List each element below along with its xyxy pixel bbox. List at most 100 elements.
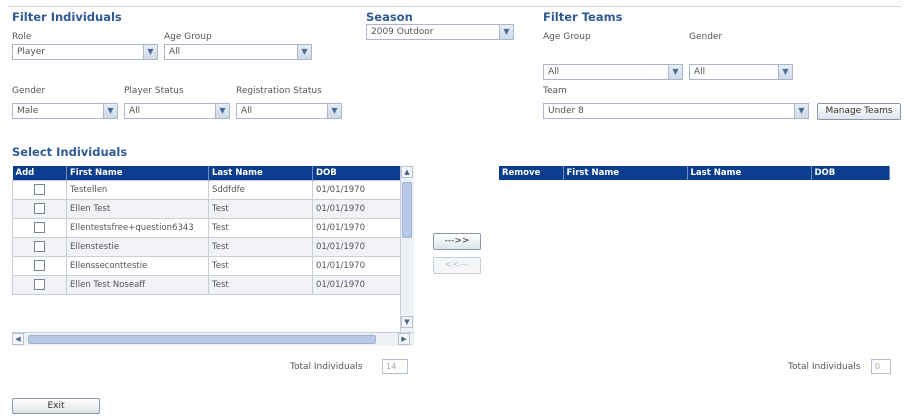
column-header-last-name[interactable]: Last Name: [687, 166, 812, 180]
first-name-cell: Testellen: [66, 179, 209, 200]
add-checkbox[interactable]: [34, 222, 45, 233]
vertical-scroll-thumb[interactable]: [402, 182, 412, 238]
add-cell: [12, 255, 67, 276]
first-name-cell: Ellenstestie: [66, 236, 209, 257]
scroll-down-icon[interactable]: ▼: [401, 316, 413, 328]
scroll-left-icon[interactable]: ◀: [12, 333, 24, 345]
team-gender-select[interactable]: All ▼: [689, 64, 793, 80]
dob-cell: 01/01/1970: [312, 255, 401, 276]
age-group-select[interactable]: All ▼: [164, 44, 312, 60]
team-total-individuals-field: 0: [871, 359, 891, 374]
add-checkbox[interactable]: [34, 241, 45, 252]
dob-cell: 01/01/1970: [312, 179, 401, 200]
column-header-add[interactable]: Add: [12, 166, 67, 180]
role-label: Role: [12, 32, 32, 42]
last-name-cell: Test: [208, 274, 313, 295]
add-cell: [12, 179, 67, 200]
first-name-cell: Ellentestsfree+question6343: [66, 217, 209, 238]
team-roster-header-row: Remove First Name Last Name DOB: [499, 166, 890, 180]
player-status-label: Player Status: [124, 86, 184, 96]
chevron-down-icon: ▼: [794, 104, 808, 118]
season-heading: Season: [366, 10, 413, 24]
add-checkbox[interactable]: [34, 260, 45, 271]
season-value: 2009 Outdoor: [371, 27, 434, 37]
individuals-vertical-scrollbar[interactable]: ▲ ▼: [400, 166, 414, 332]
chevron-down-icon: ▼: [215, 104, 229, 118]
player-status-value: All: [129, 106, 141, 116]
add-cell: [12, 217, 67, 238]
total-individuals-label: Total Individuals: [290, 362, 363, 372]
chevron-down-icon: ▼: [297, 45, 311, 59]
individuals-header-row: Add First Name Last Name DOB: [12, 166, 401, 180]
team-value: Under 8: [548, 106, 584, 116]
add-cell: [12, 236, 67, 257]
role-value: Player: [17, 47, 46, 57]
add-cell: [12, 198, 67, 219]
last-name-cell: Sddfdfe: [208, 179, 313, 200]
filter-individuals-heading: Filter Individuals: [12, 10, 122, 24]
chevron-down-icon: ▼: [327, 104, 341, 118]
chevron-down-icon: ▼: [499, 25, 513, 39]
chevron-down-icon: ▼: [143, 45, 157, 59]
first-name-cell: Ellen Test Noseaff: [66, 274, 209, 295]
gender-label: Gender: [12, 86, 46, 96]
age-group-label: Age Group: [164, 32, 212, 42]
table-row: Ellensseconttestie Test 01/01/1970: [12, 255, 401, 276]
gender-select[interactable]: Male ▼: [12, 103, 118, 119]
dob-cell: 01/01/1970: [312, 236, 401, 257]
first-name-cell: Ellen Test: [66, 198, 209, 219]
season-select[interactable]: 2009 Outdoor ▼: [366, 24, 514, 40]
last-name-cell: Test: [208, 217, 313, 238]
team-age-group-value: All: [548, 67, 560, 77]
table-row: Ellenstestie Test 01/01/1970: [12, 236, 401, 257]
role-select[interactable]: Player ▼: [12, 44, 158, 60]
horizontal-scroll-thumb[interactable]: [28, 335, 376, 344]
top-divider: [8, 6, 901, 7]
table-row: Ellentestsfree+question6343 Test 01/01/1…: [12, 217, 401, 238]
first-name-cell: Ellensseconttestie: [66, 255, 209, 276]
team-gender-value: All: [694, 67, 706, 77]
table-row: Testellen Sddfdfe 01/01/1970: [12, 179, 401, 200]
last-name-cell: Test: [208, 255, 313, 276]
exit-button[interactable]: Exit: [12, 398, 100, 414]
scroll-up-icon[interactable]: ▲: [401, 166, 413, 178]
chevron-down-icon: ▼: [668, 65, 682, 79]
team-gender-label: Gender: [689, 32, 723, 42]
registration-status-value: All: [241, 106, 253, 116]
add-cell: [12, 274, 67, 295]
column-header-first-name[interactable]: First Name: [563, 166, 688, 180]
player-status-select[interactable]: All ▼: [124, 103, 230, 119]
team-age-group-select[interactable]: All ▼: [543, 64, 683, 80]
team-select[interactable]: Under 8 ▼: [543, 103, 809, 119]
add-checkbox[interactable]: [34, 203, 45, 214]
remove-selected-button[interactable]: <<---: [433, 257, 481, 274]
total-individuals-field: 14: [382, 359, 408, 374]
column-header-first-name[interactable]: First Name: [66, 166, 209, 180]
column-header-last-name[interactable]: Last Name: [208, 166, 313, 180]
gender-value: Male: [17, 106, 39, 116]
registration-status-select[interactable]: All ▼: [236, 103, 342, 119]
column-header-dob[interactable]: DOB: [312, 166, 401, 180]
team-age-group-label: Age Group: [543, 32, 591, 42]
add-checkbox[interactable]: [34, 279, 45, 290]
dob-cell: 01/01/1970: [312, 217, 401, 238]
select-individuals-heading: Select Individuals: [12, 145, 128, 159]
add-checkbox[interactable]: [34, 184, 45, 195]
individuals-horizontal-scrollbar[interactable]: ◀ ▶: [12, 332, 414, 346]
table-row: Ellen Test Noseaff Test 01/01/1970: [12, 274, 401, 295]
last-name-cell: Test: [208, 236, 313, 257]
filter-teams-heading: Filter Teams: [543, 10, 623, 24]
dob-cell: 01/01/1970: [312, 198, 401, 219]
manage-teams-button[interactable]: Manage Teams: [817, 103, 901, 120]
chevron-down-icon: ▼: [103, 104, 117, 118]
add-selected-button[interactable]: --->>: [433, 233, 481, 250]
registration-status-label: Registration Status: [236, 86, 322, 96]
last-name-cell: Test: [208, 198, 313, 219]
dob-cell: 01/01/1970: [312, 274, 401, 295]
scroll-right-icon[interactable]: ▶: [398, 333, 410, 345]
table-row: Ellen Test Test 01/01/1970: [12, 198, 401, 219]
column-header-remove[interactable]: Remove: [499, 166, 564, 180]
team-label: Team: [543, 86, 567, 96]
column-header-dob[interactable]: DOB: [811, 166, 890, 180]
team-roster-table: Remove First Name Last Name DOB: [499, 166, 890, 180]
